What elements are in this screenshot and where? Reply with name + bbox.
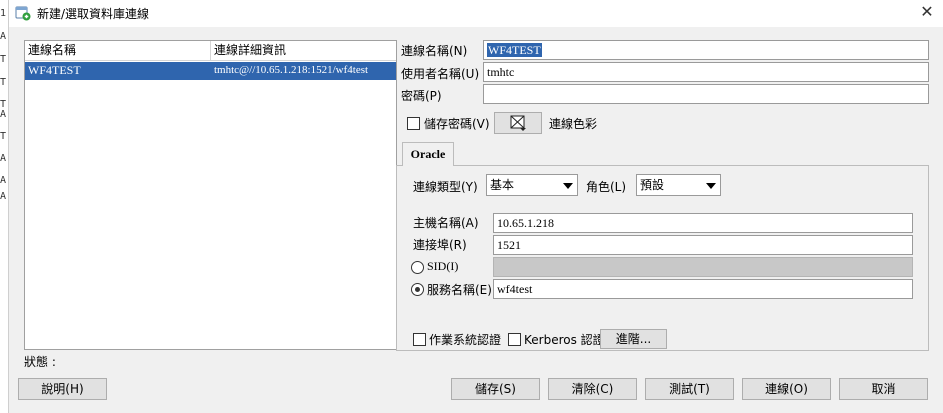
editor-line: A <box>0 109 7 120</box>
kerberos-auth-label: Kerberos 認證 <box>524 333 605 347</box>
save-password-label: 儲存密碼(V) <box>424 117 490 131</box>
service-name-radio[interactable] <box>411 283 424 296</box>
password-field[interactable] <box>483 84 929 104</box>
port-field[interactable]: 1521 <box>493 235 913 255</box>
tab-oracle[interactable]: Oracle <box>402 142 454 166</box>
new-select-connection-dialog: 新建/選取資料庫連線 ✕ 連線名稱 連線詳細資訊 WF4TEST tmhtc@/… <box>8 0 943 413</box>
os-auth-label: 作業系統認證 <box>429 333 502 347</box>
editor-line: T <box>0 54 7 65</box>
username-label: 使用者名稱(U) <box>401 67 480 81</box>
cancel-button[interactable]: 取消 <box>839 378 928 400</box>
editor-line: 1 <box>0 8 7 19</box>
connection-name-field[interactable]: WF4TEST <box>483 40 929 60</box>
editor-line: A <box>0 31 7 42</box>
database-add-icon <box>15 6 31 21</box>
chevron-down-icon <box>563 183 573 189</box>
port-label: 連接埠(R) <box>413 238 467 252</box>
role-value: 預設 <box>640 178 665 192</box>
hostname-label: 主機名稱(A) <box>413 216 479 230</box>
service-name-label: 服務名稱(E) <box>427 283 492 297</box>
background-editor-sliver: 1 A T T T A T A A A <box>0 0 8 413</box>
column-header-connection-details[interactable]: 連線詳細資訊 <box>211 41 396 61</box>
window-title: 新建/選取資料庫連線 <box>37 7 150 21</box>
color-swatch-icon <box>510 115 526 131</box>
connection-type-select[interactable]: 基本 <box>486 174 578 196</box>
editor-line: T <box>0 131 7 142</box>
editor-line: A <box>0 191 7 202</box>
password-label: 密碼(P) <box>401 89 442 103</box>
connection-list[interactable]: 連線名稱 連線詳細資訊 WF4TEST tmhtc@//10.65.1.218:… <box>24 40 397 350</box>
service-name-field[interactable]: wf4test <box>493 279 913 299</box>
os-auth-checkbox[interactable] <box>413 333 426 346</box>
connection-row[interactable]: WF4TEST tmhtc@//10.65.1.218:1521/wf4test <box>25 62 396 80</box>
column-header-connection-name[interactable]: 連線名稱 <box>25 41 211 61</box>
clear-button[interactable]: 清除(C) <box>548 378 637 400</box>
connection-type-label: 連線類型(Y) <box>413 180 478 194</box>
close-icon[interactable]: ✕ <box>918 3 936 21</box>
connect-button[interactable]: 連線(O) <box>742 378 831 400</box>
save-password-checkbox[interactable] <box>407 117 420 130</box>
connection-row-details: tmhtc@//10.65.1.218:1521/wf4test <box>214 64 369 76</box>
editor-line: T <box>0 77 7 88</box>
chevron-down-icon <box>706 183 716 189</box>
title-bar[interactable]: 新建/選取資料庫連線 ✕ <box>9 0 943 27</box>
save-button[interactable]: 儲存(S) <box>451 378 540 400</box>
status-label: 狀態 : <box>24 355 56 369</box>
editor-line: A <box>0 153 7 164</box>
username-field[interactable]: tmhtc <box>483 62 929 82</box>
sid-field[interactable] <box>493 257 913 277</box>
connection-name-label: 連線名稱(N) <box>401 44 468 58</box>
sid-label: SID(I) <box>427 259 459 273</box>
advanced-button[interactable]: 進階... <box>600 329 667 349</box>
hostname-field[interactable]: 10.65.1.218 <box>493 213 913 233</box>
test-button[interactable]: 測試(T) <box>645 378 734 400</box>
connection-row-name: WF4TEST <box>28 63 81 77</box>
connection-type-value: 基本 <box>490 178 515 192</box>
role-select[interactable]: 預設 <box>636 174 721 196</box>
connection-color-label: 連線色彩 <box>549 117 598 131</box>
kerberos-auth-checkbox[interactable] <box>508 333 521 346</box>
sid-radio[interactable] <box>411 261 424 274</box>
role-label: 角色(L) <box>586 180 627 194</box>
help-button[interactable]: 說明(H) <box>18 378 107 400</box>
connection-color-button[interactable] <box>494 112 542 134</box>
editor-line: A <box>0 175 7 186</box>
connection-name-value: WF4TEST <box>487 43 542 57</box>
